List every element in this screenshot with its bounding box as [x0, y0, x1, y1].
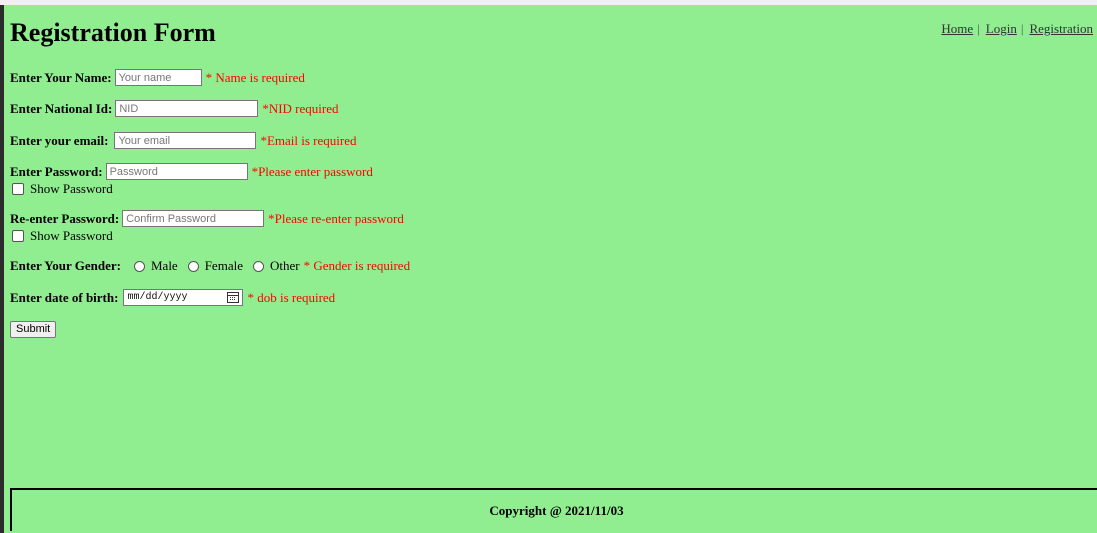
nid-row: Enter National Id: *NID required	[10, 100, 339, 117]
show-confirm-password-checkbox[interactable]	[12, 230, 24, 242]
footer-copyright: Copyright @ 2021/11/03	[489, 502, 624, 518]
confirm-password-row: Re-enter Password: *Please re-enter pass…	[10, 210, 404, 227]
nav-separator: |	[977, 21, 980, 36]
dob-date-value: mm/dd/yyyy	[127, 292, 188, 303]
page-body: Home | Login | Registration Registration For…	[4, 5, 1097, 533]
name-label: Enter Your Name:	[10, 69, 112, 85]
gender-female-label: Female	[204, 258, 243, 273]
dob-date-input[interactable]: mm/dd/yyyy	[123, 289, 244, 306]
gender-female-radio[interactable]	[187, 260, 199, 272]
password-error: *Please enter password	[251, 163, 373, 179]
gender-male-label: Male	[150, 258, 178, 273]
show-confirm-password-label: Show Password	[30, 228, 113, 243]
dob-label: Enter date of birth:	[10, 289, 119, 305]
show-confirm-password-row: Show Password	[12, 228, 113, 244]
show-password-checkbox[interactable]	[12, 183, 24, 195]
top-nav: Home | Login | Registration	[941, 21, 1093, 37]
email-input[interactable]	[114, 132, 257, 149]
email-row: Enter your email: *Email is required	[10, 132, 356, 149]
dob-row: Enter date of birth: mm/dd/yyyy * dob is…	[10, 289, 335, 306]
password-row: Enter Password: *Please enter password	[10, 163, 373, 180]
nid-input[interactable]	[115, 100, 259, 117]
email-error: *Email is required	[260, 132, 357, 148]
confirm-password-input[interactable]	[122, 210, 265, 227]
name-input[interactable]	[114, 69, 202, 86]
submit-button[interactable]: Submit	[10, 321, 57, 338]
nid-label: Enter National Id:	[10, 100, 113, 116]
nid-error: *NID required	[262, 100, 339, 116]
calendar-icon[interactable]	[227, 292, 240, 303]
show-password-label: Show Password	[30, 181, 113, 196]
password-label: Enter Password:	[10, 163, 103, 179]
dob-error: * dob is required	[247, 289, 336, 305]
gender-other-radio[interactable]	[252, 260, 264, 272]
gender-error: * Gender is required	[303, 258, 411, 273]
gender-male-radio[interactable]	[133, 260, 145, 272]
password-input[interactable]	[105, 163, 248, 180]
confirm-password-label: Re-enter Password:	[10, 210, 120, 226]
footer: Copyright @ 2021/11/03	[10, 488, 1097, 531]
page-title: Registration Form	[10, 18, 216, 47]
nav-login-link[interactable]: Login	[986, 21, 1017, 36]
show-password-row: Show Password	[12, 181, 113, 197]
email-label: Enter your email:	[10, 132, 109, 148]
gender-other-label: Other	[269, 258, 300, 273]
confirm-password-error: *Please re-enter password	[268, 210, 404, 226]
gender-row: Enter Your Gender: Male Female Other * G…	[10, 258, 410, 274]
nav-separator: |	[1020, 21, 1024, 36]
name-error: * Name is required	[205, 69, 305, 85]
name-row: Enter Your Name: * Name is required	[10, 69, 305, 86]
nav-registration-link[interactable]: Registration	[1029, 21, 1093, 36]
nav-home-link[interactable]: Home	[941, 21, 973, 36]
gender-label: Enter Your Gender:	[10, 258, 121, 273]
